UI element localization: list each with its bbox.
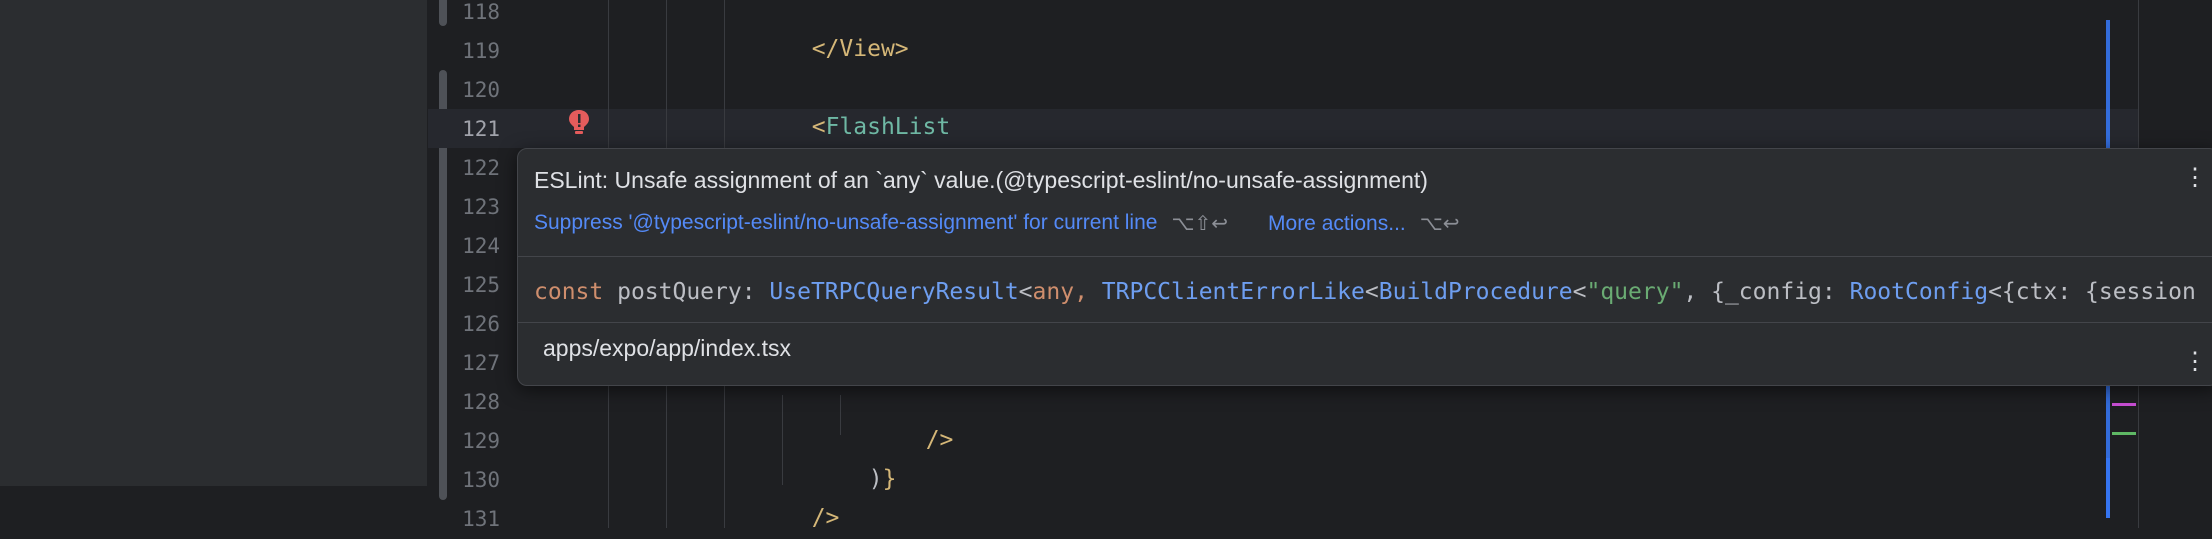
signature-token[interactable]: RootConfig xyxy=(1850,279,1988,305)
signature-token: , {_config: xyxy=(1683,279,1850,305)
code-line-118[interactable]: </View> xyxy=(784,0,909,69)
line-number: 119 xyxy=(462,39,500,63)
signature-token: any xyxy=(1032,279,1075,305)
code-line-129[interactable]: )} xyxy=(841,421,897,499)
signature-token: <{ctx: {session xyxy=(1988,279,2196,305)
error-stripe-marker[interactable] xyxy=(2112,403,2136,406)
more-actions-link[interactable]: More actions... xyxy=(1268,212,1406,235)
signature-token[interactable]: UseTRPCQueryResult xyxy=(769,279,1018,305)
line-number-current: 121 xyxy=(462,117,500,141)
line-number: 129 xyxy=(462,429,500,453)
line-number: 123 xyxy=(462,195,500,219)
signature-token: "query" xyxy=(1586,279,1684,305)
indent-guide xyxy=(782,395,783,485)
file-path[interactable]: apps/expo/app/index.tsx xyxy=(543,335,791,362)
line-number: 127 xyxy=(462,351,500,375)
type-signature: const postQuery: UseTRPCQueryResult<any,… xyxy=(534,279,2196,305)
code-line-128[interactable]: /> xyxy=(898,382,954,460)
more-options-icon[interactable]: ⋮ xyxy=(2183,347,2207,376)
signature-token: < xyxy=(1364,279,1379,305)
signature-token: , xyxy=(1074,279,1102,305)
project-panel-footer xyxy=(0,486,428,528)
more-options-icon[interactable]: ⋮ xyxy=(2183,163,2207,192)
line-number: 124 xyxy=(462,234,500,258)
signature-token: const xyxy=(534,279,604,305)
code-token: ) xyxy=(868,466,883,492)
line-number: 126 xyxy=(462,312,500,336)
popup-actions: Suppress '@typescript-eslint/no-unsafe-a… xyxy=(534,211,1460,236)
suppress-action-link[interactable]: Suppress '@typescript-eslint/no-unsafe-a… xyxy=(534,211,1157,235)
more-actions-shortcut: ⌥↩ xyxy=(1419,213,1460,235)
line-number: 120 xyxy=(462,78,500,102)
line-number: 125 xyxy=(462,273,500,297)
signature-token: postQuery: xyxy=(603,279,770,305)
code-token: } xyxy=(882,466,897,492)
popup-divider xyxy=(518,322,2212,323)
signature-token: < xyxy=(1572,279,1587,305)
code-token: /> xyxy=(811,505,840,531)
signature-token: < xyxy=(1018,279,1033,305)
line-number: 118 xyxy=(462,0,500,24)
signature-token[interactable]: BuildProcedure xyxy=(1379,279,1573,305)
line-number: 122 xyxy=(462,156,500,180)
line-number: 128 xyxy=(462,390,500,414)
code-line-130[interactable]: /> xyxy=(784,460,840,538)
eslint-quick-doc-popup: ESLint: Unsafe assignment of an `any` va… xyxy=(517,148,2212,386)
code-token: < xyxy=(811,114,826,140)
line-number: 131 xyxy=(462,507,500,531)
code-token: /> xyxy=(925,427,954,453)
signature-token[interactable]: TRPCClientErrorLike xyxy=(1102,279,1365,305)
line-number: 130 xyxy=(462,468,500,492)
popup-divider xyxy=(518,256,2212,257)
popup-title: ESLint: Unsafe assignment of an `any` va… xyxy=(534,167,1428,193)
error-stripe-marker[interactable] xyxy=(2112,432,2136,435)
change-marker[interactable] xyxy=(2106,458,2110,518)
current-line-highlight xyxy=(428,109,2138,148)
error-bulb-icon[interactable] xyxy=(566,108,592,138)
code-token: </View> xyxy=(811,36,909,62)
suppress-shortcut: ⌥⇧↩ xyxy=(1171,213,1229,235)
project-panel xyxy=(0,0,428,486)
